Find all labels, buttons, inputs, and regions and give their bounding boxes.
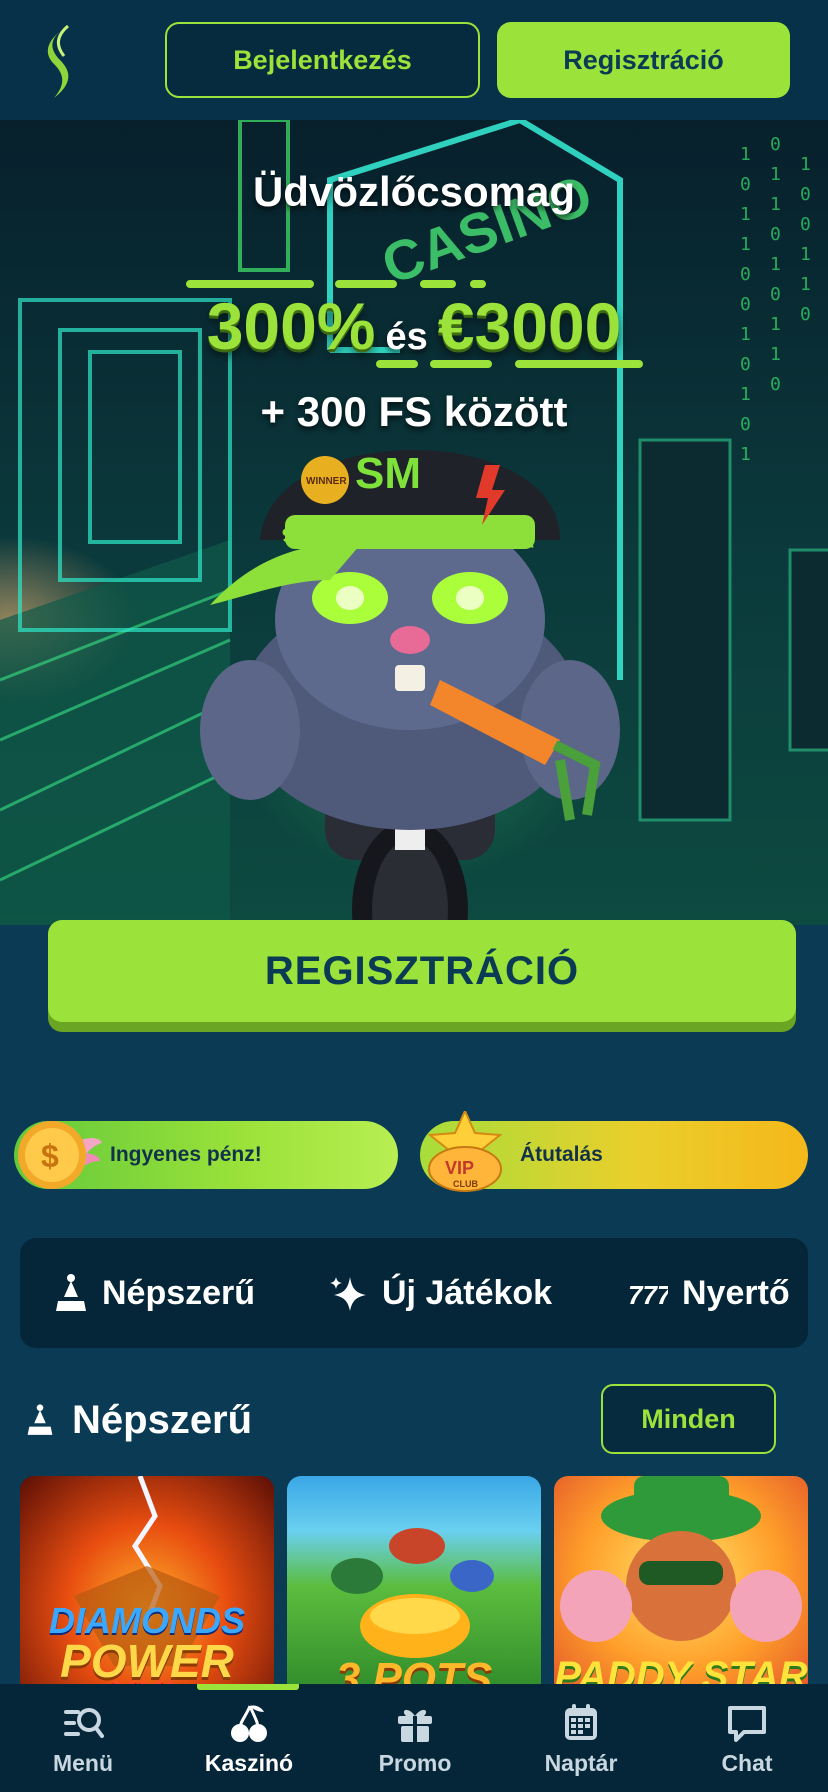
- crown-icon: [56, 1274, 86, 1311]
- transfer-label: Átutalás: [520, 1143, 603, 1166]
- cherries-icon: [231, 1705, 267, 1742]
- svg-text:0: 0: [770, 134, 781, 155]
- game-tile-paddy-star[interactable]: PADDY STAR: [554, 1476, 808, 1696]
- hero-scene-illustration: CASINO 10110010101 011010110 100110 SM W…: [0, 120, 828, 925]
- popular-section-label: Népszerű: [72, 1397, 253, 1442]
- tab-winners-label: Nyertő: [682, 1273, 790, 1312]
- rabbit-mascot: SM WINNER STAKE MANIA: [200, 449, 620, 830]
- bonus-amount: €3000: [437, 289, 622, 363]
- hero-title: Üdvözlőcsomag: [252, 168, 576, 215]
- menu-search-icon: [64, 1708, 104, 1738]
- svg-text:0: 0: [770, 224, 781, 245]
- login-button[interactable]: Bejelentkezés: [165, 22, 480, 98]
- cap-badge-winner: WINNER: [306, 476, 347, 487]
- svg-text:0: 0: [740, 264, 751, 285]
- nav-casino-label: Kaszinó: [204, 1750, 294, 1776]
- nav-calendar-label: Naptár: [544, 1750, 618, 1776]
- tab-new-games[interactable]: Új Játékok: [328, 1238, 552, 1348]
- svg-text:1: 1: [740, 144, 751, 165]
- winged-coin-icon: $: [18, 1121, 102, 1189]
- decor-dash: [335, 280, 397, 288]
- brand-logo[interactable]: [38, 22, 84, 102]
- vip-club-icon: VIP CLUB: [427, 1111, 503, 1192]
- bonus-percent: 300%: [206, 289, 376, 363]
- popular-section-title: Népszerű: [26, 1390, 252, 1450]
- hero-subtitle: + 300 FS között: [260, 388, 568, 435]
- tab-new-games-label: Új Játékok: [382, 1273, 553, 1312]
- free-money-promo[interactable]: $ Ingyenes pénz!: [14, 1121, 398, 1189]
- hero-offer: 300% és €3000: [0, 288, 828, 364]
- top-header: Bejelentkezés Regisztráció: [0, 0, 828, 120]
- transfer-promo[interactable]: VIP CLUB Átutalás: [420, 1111, 808, 1192]
- svg-text:0: 0: [800, 214, 811, 235]
- decor-dash: [420, 280, 456, 288]
- decor-dash: [186, 280, 314, 288]
- hero-banner[interactable]: CASINO 10110010101 011010110 100110 SM W…: [0, 120, 828, 925]
- register-header-button[interactable]: Regisztráció: [497, 22, 790, 98]
- decor-dash: [515, 360, 643, 368]
- lucky-777-icon: 777: [628, 1280, 668, 1308]
- tab-popular-label: Népszerű: [102, 1273, 256, 1312]
- nav-chat[interactable]: Chat: [664, 1684, 828, 1792]
- nav-menu[interactable]: Menü: [0, 1684, 166, 1792]
- nav-menu-label: Menü: [52, 1750, 114, 1776]
- tab-winners[interactable]: 777 Nyertő: [628, 1238, 790, 1348]
- game-tile-diamonds-power-xxl[interactable]: DIAMONDS POWER XXL: [20, 1476, 274, 1696]
- free-money-label: Ingyenes pénz!: [110, 1143, 262, 1166]
- nav-calendar[interactable]: Naptár: [498, 1684, 664, 1792]
- bottom-navigation: Menü Kaszinó Promo Naptár Chat: [0, 1684, 828, 1792]
- calendar-icon: [565, 1704, 597, 1740]
- nav-promo-label: Promo: [378, 1750, 452, 1776]
- nav-chat-label: Chat: [721, 1750, 773, 1776]
- svg-text:1: 1: [770, 254, 781, 275]
- see-all-button[interactable]: Minden: [601, 1384, 776, 1454]
- game-tile-3-pots[interactable]: 3 POTS: [287, 1476, 541, 1696]
- svg-text:1: 1: [740, 444, 751, 465]
- decor-dash: [376, 360, 418, 368]
- nav-promo[interactable]: Promo: [332, 1684, 498, 1792]
- bonus-connector: és: [385, 316, 428, 358]
- gift-icon: [398, 1709, 432, 1742]
- chat-bubble-icon: [728, 1706, 766, 1742]
- decor-dash: [430, 360, 492, 368]
- svg-text:$: $: [41, 1138, 59, 1174]
- svg-text:CLUB: CLUB: [453, 1179, 478, 1189]
- crown-icon: [27, 1404, 53, 1435]
- cap-badge-sm: SM: [355, 449, 421, 498]
- nav-casino[interactable]: Kaszinó: [166, 1684, 332, 1792]
- svg-text:1: 1: [740, 234, 751, 255]
- svg-text:1: 1: [800, 244, 811, 265]
- tab-popular[interactable]: Népszerű: [54, 1238, 255, 1348]
- register-cta-button[interactable]: REGISZTRÁCIÓ: [48, 920, 796, 1022]
- svg-text:VIP: VIP: [445, 1158, 474, 1178]
- sparkle-icon: [330, 1277, 366, 1311]
- category-tabs[interactable]: Népszerű Új Játékok 777 Nyertő: [20, 1238, 808, 1348]
- svg-text:777: 777: [628, 1280, 668, 1308]
- decor-dash: [470, 280, 486, 288]
